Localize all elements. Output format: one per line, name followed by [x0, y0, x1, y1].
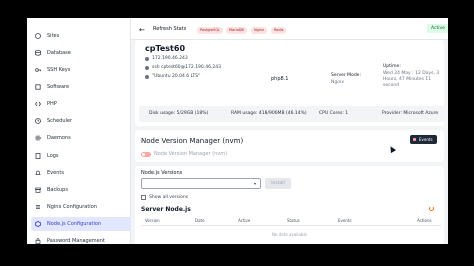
top-bar: ← Refresh Stats PostgreSQL MariaDB Nginx…	[131, 18, 448, 40]
clock-icon	[35, 118, 41, 124]
server-ssh[interactable]: ssh cptest60@172.190.46.243	[145, 65, 221, 70]
php-version: php8.1	[271, 76, 289, 82]
sidebar-item-software[interactable]: Software	[31, 80, 131, 94]
tag-nginx: Nginx	[251, 27, 268, 34]
sidebar-item-label: SSH Keys	[47, 67, 71, 73]
table-divider	[141, 225, 441, 226]
server-name: cpTest60	[145, 44, 186, 53]
sidebar: Sites Database SSH Keys Software PHP Sch…	[27, 18, 131, 244]
sidebar-item-label: Sites	[47, 33, 60, 39]
lock-icon	[35, 238, 41, 244]
show-all-versions-label: Show all versions	[149, 195, 189, 200]
globe-icon	[35, 33, 41, 39]
uptime-label: Uptime:	[383, 64, 401, 69]
node-versions-card: Node.js Versions ▾ Install Show all vers…	[135, 166, 444, 244]
sidebar-item-database[interactable]: Database	[31, 46, 131, 60]
server-stats-bar: Disk usage: 5/29GB (18%) RAM usage: 418/…	[139, 106, 444, 122]
node-icon	[35, 221, 41, 227]
cog-icon	[35, 135, 41, 141]
sidebar-item-scheduler[interactable]: Scheduler	[31, 114, 131, 128]
arrow-left-icon[interactable]: ←	[139, 26, 145, 34]
install-button[interactable]: Install	[265, 178, 291, 189]
disk-usage: Disk usage: 5/29GB (18%)	[149, 111, 209, 116]
cube-icon	[35, 84, 41, 90]
sidebar-item-label: Logs	[47, 153, 59, 159]
settings-icon	[35, 204, 41, 210]
loading-spinner-icon	[429, 206, 434, 211]
os-icon	[145, 74, 149, 79]
database-icon	[35, 50, 41, 56]
cpu-cores: CPU Cores: 1	[319, 111, 349, 116]
no-data-message: No data available	[271, 232, 308, 237]
column-header-actions[interactable]: Actions	[417, 218, 432, 223]
nvm-toggle[interactable]	[141, 152, 151, 157]
refresh-stats-button[interactable]: Refresh Stats	[153, 26, 186, 32]
status-badge: Active	[427, 24, 448, 33]
events-button[interactable]: Events	[410, 135, 437, 144]
server-mode-value: Nginx	[331, 80, 344, 85]
sidebar-item-events[interactable]: Events	[31, 166, 131, 180]
ram-usage: RAM usage: 418/906MB (46.14%)	[231, 111, 307, 116]
sidebar-item-ssh-keys[interactable]: SSH Keys	[31, 63, 131, 77]
sidebar-item-password-management[interactable]: Password Management	[31, 234, 131, 244]
sidebar-item-label: Backups	[47, 187, 68, 193]
bell-icon	[35, 170, 41, 176]
sidebar-item-backups[interactable]: Backups	[31, 183, 131, 197]
terminal-icon	[145, 65, 149, 70]
server-info-card: cpTest60 172.190.46.243 ssh cptest60@172…	[135, 40, 444, 126]
column-header-version[interactable]: Version	[145, 218, 160, 223]
key-icon	[35, 67, 41, 73]
sidebar-item-nodejs-configuration[interactable]: Node.js Configuration	[31, 217, 131, 231]
location-icon	[145, 56, 149, 61]
sidebar-item-label: PHP	[47, 101, 57, 107]
column-header-status[interactable]: Status	[287, 218, 300, 223]
server-os: "Ubuntu 20.04.6 LTS"	[145, 74, 200, 79]
nvm-title: Node Version Manager (nvm)	[141, 137, 244, 145]
tag-mariadb: MariaDB	[226, 27, 247, 34]
tag-postgresql: PostgreSQL	[197, 27, 223, 34]
main-content: ← Refresh Stats PostgreSQL MariaDB Nginx…	[131, 18, 448, 244]
app-window: Sites Database SSH Keys Software PHP Sch…	[27, 18, 448, 244]
server-mode-label: Server Mode:	[331, 73, 361, 78]
sidebar-item-label: Database	[47, 50, 71, 56]
column-header-events[interactable]: Events	[338, 218, 352, 223]
column-header-date[interactable]: Date	[195, 218, 205, 223]
server-ip: 172.190.46.243	[145, 56, 188, 61]
column-header-active[interactable]: Active	[238, 218, 250, 223]
nvm-toggle-label: Node Version Manager (nvm)	[154, 151, 228, 157]
sidebar-item-label: Software	[47, 84, 70, 90]
sidebar-item-nginx-configuration[interactable]: Nginx Configuration	[31, 200, 131, 214]
sidebar-item-sites[interactable]: Sites	[31, 29, 131, 43]
sidebar-item-daemons[interactable]: Daemons	[31, 131, 131, 145]
node-versions-label: Node.js Versions	[141, 170, 183, 176]
chevron-down-icon: ▾	[253, 181, 256, 186]
node-version-select[interactable]: ▾	[141, 178, 261, 189]
sidebar-item-label: Daemons	[47, 135, 71, 141]
nvm-card: Node Version Manager (nvm) Node Version …	[135, 130, 444, 162]
server-nodejs-title: Server Node.js	[141, 206, 191, 213]
sidebar-item-label: Events	[47, 170, 64, 176]
uptime-value: Wed 24 May : 12 Days, 3 Hours, 47 Minute…	[383, 71, 440, 88]
sidebar-item-label: Nginx Configuration	[47, 204, 97, 210]
tag-redis: Redis	[271, 27, 287, 34]
sidebar-item-logs[interactable]: Logs	[31, 149, 131, 163]
sidebar-item-label: Scheduler	[47, 118, 73, 124]
sidebar-item-label: Password Management	[47, 238, 105, 244]
sidebar-item-php[interactable]: PHP	[31, 97, 131, 111]
archive-icon	[35, 187, 41, 193]
code-icon	[35, 101, 41, 107]
show-all-versions-checkbox[interactable]	[141, 195, 146, 200]
provider: Provider: Microsoft Azure	[382, 111, 439, 116]
document-icon	[35, 153, 41, 159]
sidebar-item-label: Node.js Configuration	[47, 221, 102, 227]
